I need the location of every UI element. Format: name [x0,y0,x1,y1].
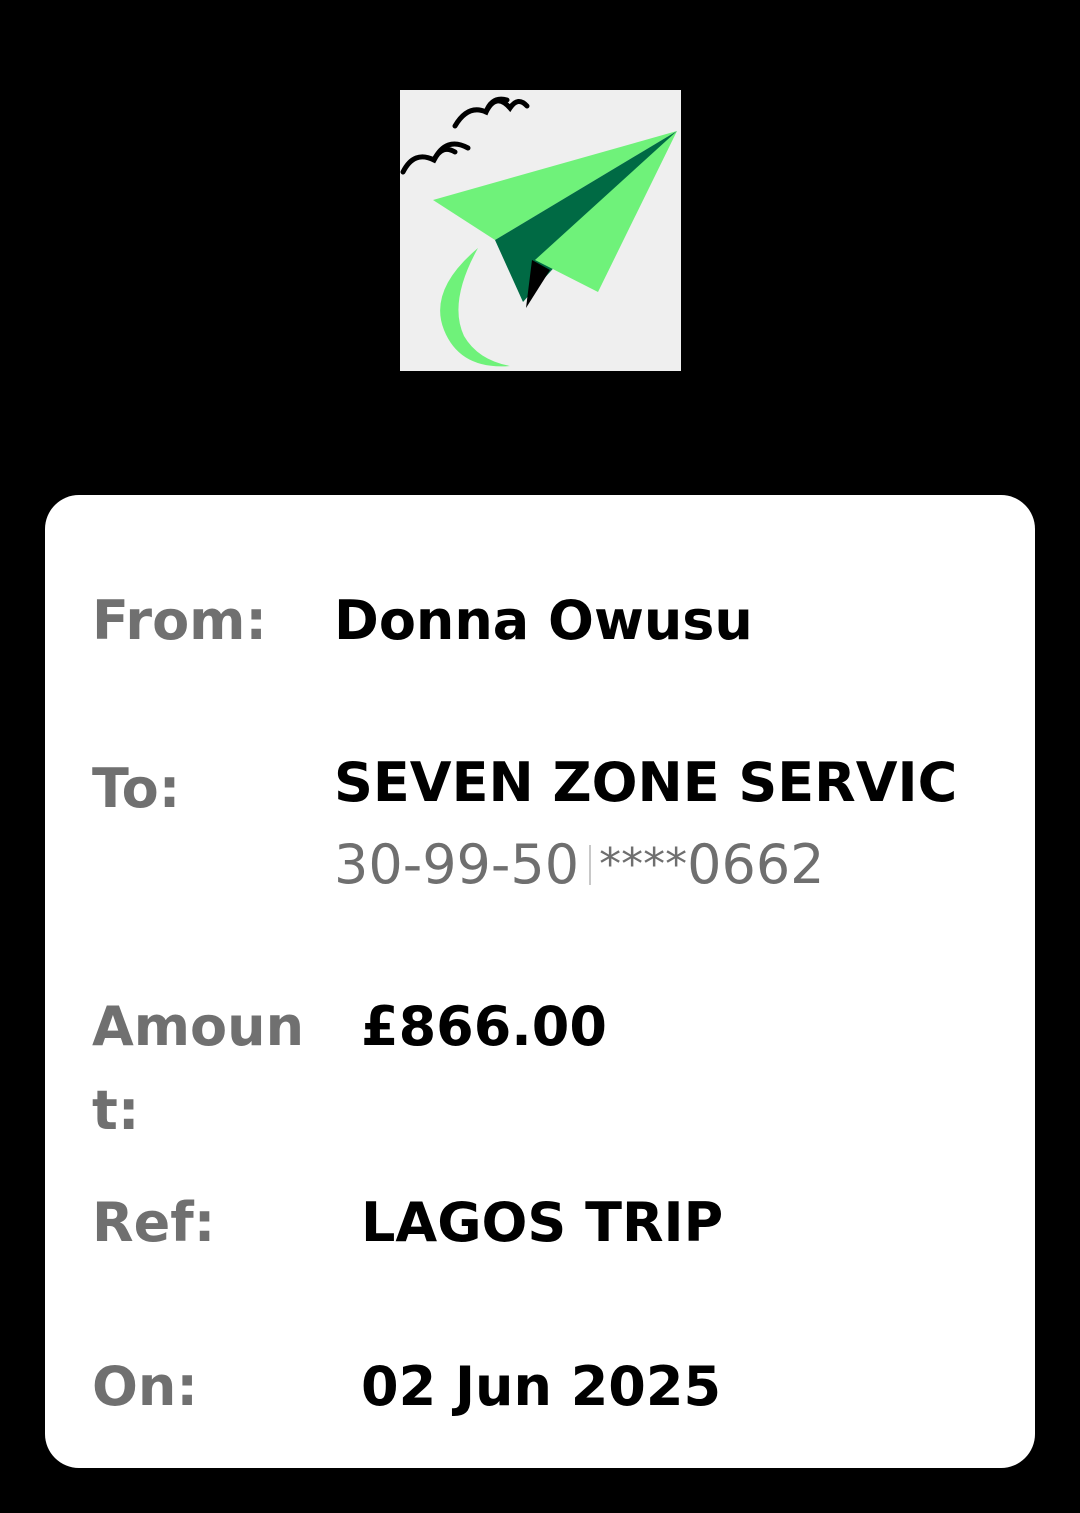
date-label: On: [92,1355,198,1418]
to-label: To: [92,757,181,820]
separator [589,845,592,885]
date-value: 02 Jun 2025 [361,1355,722,1418]
account-last4: 0662 [687,833,825,896]
to-name: SEVEN ZONE SERVIC [334,751,958,814]
account-mask: **** [599,839,688,890]
from-value: Donna Owusu [334,589,753,652]
sort-code: 30-99-50 [334,833,580,896]
ref-value: LAGOS TRIP [361,1191,724,1254]
amount-value: £866.00 [361,995,607,1058]
paper-plane-logo-icon [400,96,677,367]
amount-label: Amount: [92,995,305,1142]
ref-label: Ref: [92,1191,216,1254]
app-logo [400,90,681,371]
transfer-details-card: From: Donna Owusu To: SEVEN ZONE SERVIC … [45,495,1035,1468]
account-details: 30-99-50 ****0662 [334,835,825,895]
from-label: From: [92,589,268,652]
